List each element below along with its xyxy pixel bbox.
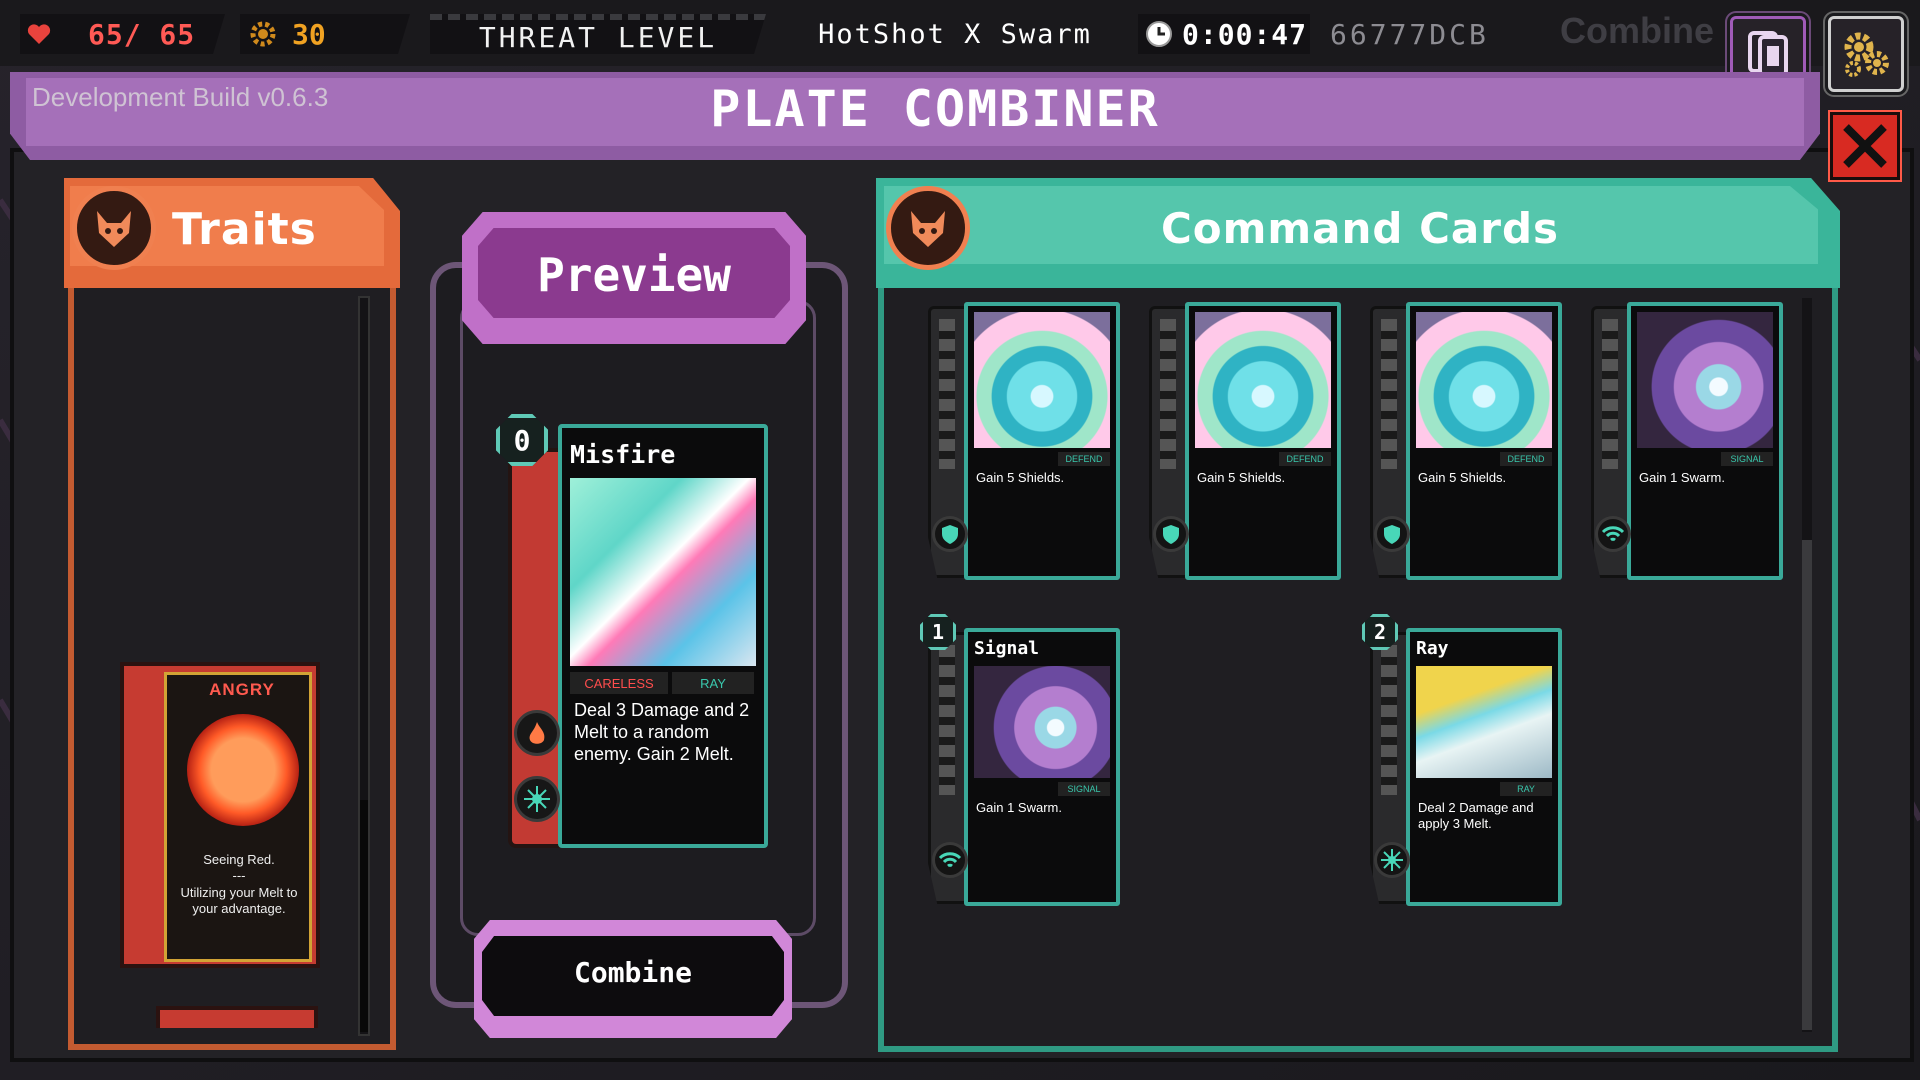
command-cards-scroll-thumb[interactable] (1802, 540, 1812, 1030)
gear-coin-icon (250, 21, 276, 47)
card-description: Gain 5 Shields. (976, 470, 1065, 485)
trait-card-partial[interactable] (156, 1006, 318, 1028)
command-card[interactable]: DEFEND Gain 5 Shields. (1145, 302, 1341, 584)
combine-label: Combine (573, 956, 692, 989)
card-tag-right: RAY (672, 672, 754, 694)
card-art (570, 478, 756, 666)
shield-icon (932, 516, 968, 552)
card-art (974, 666, 1110, 778)
mode-label: HotShot X Swarm (818, 18, 1092, 50)
card-cost: 2 (1362, 614, 1398, 650)
card-name: Misfire (570, 440, 676, 469)
card-art (974, 312, 1110, 448)
card-description: Gain 1 Swarm. (1639, 470, 1725, 485)
gold-value: 30 (292, 17, 326, 51)
timer-value: 0:00:47 (1182, 17, 1308, 51)
card-description: Gain 5 Shields. (1197, 470, 1286, 485)
timer-display: 0:00:47 (1138, 14, 1310, 54)
heart-icon (26, 22, 52, 46)
shield-icon (1374, 516, 1410, 552)
fox-emblem-icon (72, 186, 156, 270)
gear-icon (1844, 32, 1889, 77)
gold-display: 30 (240, 14, 410, 54)
card-art (1416, 666, 1552, 778)
clock-icon (1146, 21, 1172, 47)
command-card[interactable]: 1 Signal SIGNAL Gain 1 Swarm. (920, 614, 1120, 910)
burst-icon (514, 776, 560, 822)
card-name: Signal (974, 638, 1040, 659)
card-description: Deal 2 Damage and apply 3 Melt. (1418, 800, 1534, 831)
ghost-label: Combine (1560, 10, 1715, 51)
card-tag: DEFEND (1279, 452, 1331, 466)
seed-code: 66777DCB (1330, 17, 1489, 51)
hp-display: 65/ 65 (20, 14, 225, 54)
threat-level: THREAT LEVEL (430, 14, 766, 54)
traits-title: Traits (172, 204, 317, 255)
card-tag: RAY (1500, 782, 1552, 796)
burst-icon (1374, 842, 1410, 878)
preview-title: Preview (537, 248, 731, 302)
fox-emblem-icon (886, 186, 970, 270)
card-tag: DEFEND (1058, 452, 1110, 466)
card-art (1637, 312, 1773, 448)
card-tag-left: CARELESS (570, 672, 668, 694)
trait-name: ANGRY (209, 680, 275, 699)
wifi-icon (932, 842, 968, 878)
wifi-icon (1595, 516, 1631, 552)
card-tag: SIGNAL (1721, 452, 1773, 466)
card-description: Gain 5 Shields. (1418, 470, 1507, 485)
hp-value: 65/ 65 (88, 17, 196, 51)
trait-description: Seeing Red. --- Utilizing your Melt to y… (180, 852, 298, 916)
card-description: Gain 1 Swarm. (976, 800, 1062, 815)
shield-icon (1153, 516, 1189, 552)
close-icon (1843, 124, 1887, 168)
command-card[interactable]: DEFEND Gain 5 Shields. (924, 302, 1120, 584)
card-art (1195, 312, 1331, 448)
card-name: Ray (1416, 638, 1449, 659)
combine-button[interactable]: Combine (474, 920, 792, 1038)
page-title: PLATE COMBINER (710, 80, 1160, 138)
close-button[interactable] (1830, 112, 1900, 180)
card-description: Deal 3 Damage and 2 Melt to a random ene… (574, 700, 750, 764)
dev-build-label: Development Build v0.6.3 (32, 82, 329, 112)
command-card[interactable]: SIGNAL Gain 1 Swarm. (1587, 302, 1783, 584)
card-tag: SIGNAL (1058, 782, 1110, 796)
card-cost: 1 (920, 614, 956, 650)
trait-art (187, 714, 299, 826)
settings-button[interactable] (1828, 16, 1904, 92)
trait-card-angry[interactable]: ANGRY Seeing Red. --- Utilizing your Mel… (120, 662, 320, 968)
traits-scroll-thumb[interactable] (360, 800, 368, 1032)
card-art (1416, 312, 1552, 448)
command-card[interactable]: DEFEND Gain 5 Shields. (1366, 302, 1562, 584)
cards-icon (1748, 31, 1788, 77)
flame-icon (514, 710, 560, 756)
command-card[interactable]: 2 Ray RAY Deal 2 Damage and apply 3 Melt. (1362, 614, 1562, 910)
card-tag: DEFEND (1500, 452, 1552, 466)
command-cards-title: Command Cards (1160, 204, 1560, 253)
preview-card[interactable]: 0 Misfire CARELESS RAY Deal 3 Damage and… (496, 404, 780, 854)
